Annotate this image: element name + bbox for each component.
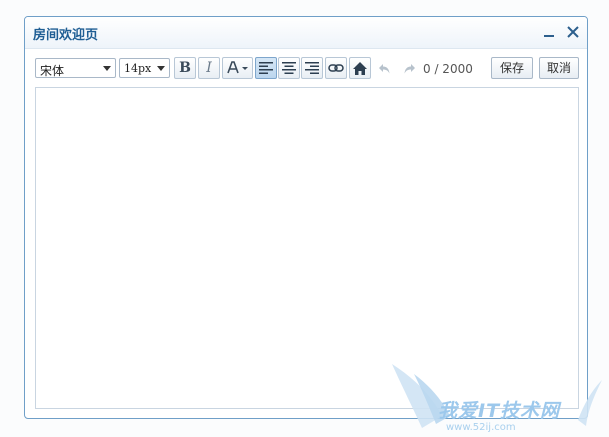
save-button[interactable]: 保存 <box>491 57 533 79</box>
watermark-text: 我爱IT技术网 <box>438 400 561 422</box>
align-left-icon <box>259 62 273 74</box>
dialog-title: 房间欢迎页 <box>33 28 99 43</box>
home-button[interactable] <box>349 57 371 79</box>
undo-icon <box>379 63 390 73</box>
font-color-button[interactable] <box>222 57 253 79</box>
undo-button[interactable] <box>374 57 396 79</box>
home-icon <box>353 61 367 75</box>
font-family-value: 宋体 <box>40 64 65 78</box>
align-left-button[interactable] <box>255 57 277 79</box>
redo-button[interactable] <box>398 57 420 79</box>
minimize-icon[interactable] <box>541 24 557 40</box>
font-color-icon <box>226 61 248 74</box>
dialog-window: 房间欢迎页 宋体 14px B I 0 / 2000 保存 取消 <box>24 16 588 419</box>
editor-toolbar: 宋体 14px B I 0 / 2000 保存 取消 <box>25 49 587 83</box>
close-icon[interactable] <box>565 24 581 40</box>
align-center-icon <box>282 62 296 74</box>
font-size-select[interactable]: 14px <box>119 58 170 78</box>
italic-icon: I <box>206 60 212 76</box>
bold-icon: B <box>179 60 191 76</box>
redo-icon <box>404 63 415 73</box>
align-right-icon <box>305 62 319 74</box>
dialog-titlebar[interactable]: 房间欢迎页 <box>25 17 587 49</box>
font-family-select[interactable]: 宋体 <box>35 58 116 78</box>
link-icon <box>328 64 344 72</box>
watermark-url: www.52ij.com <box>446 422 516 433</box>
bold-button[interactable]: B <box>174 57 196 79</box>
align-right-button[interactable] <box>301 57 323 79</box>
watermark-logo: 我爱IT技术网 www.52ij.com <box>392 360 604 436</box>
insert-link-button[interactable] <box>325 57 347 79</box>
italic-button[interactable]: I <box>198 57 220 79</box>
align-center-button[interactable] <box>278 57 300 79</box>
cancel-button[interactable]: 取消 <box>539 57 579 79</box>
character-counter: 0 / 2000 <box>423 62 473 76</box>
font-size-value: 14px <box>124 62 152 75</box>
chevron-down-icon <box>103 66 111 71</box>
chevron-down-icon <box>157 66 165 71</box>
